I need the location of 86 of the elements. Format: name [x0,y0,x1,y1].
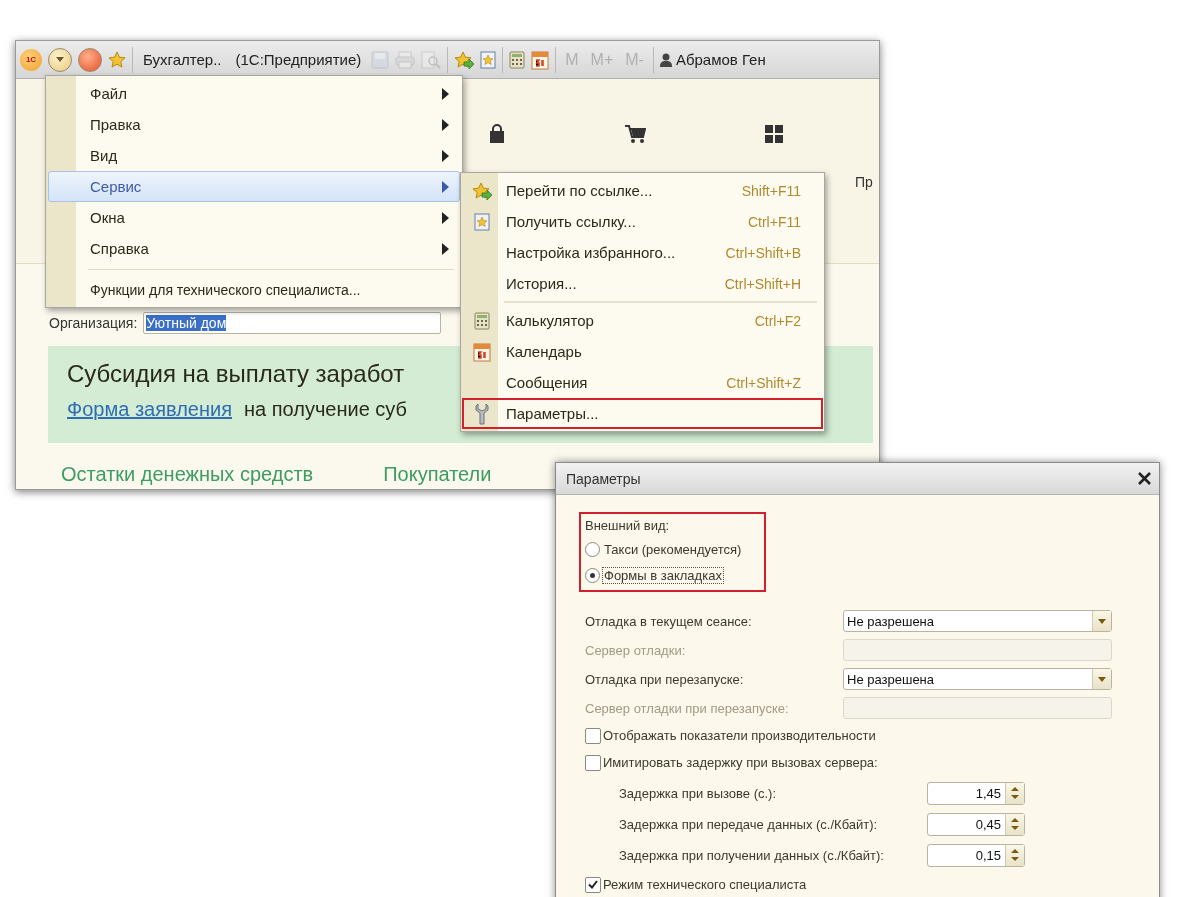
menu-item[interactable]: Сервис [48,171,460,202]
radio-label[interactable]: Формы в закладках [602,566,724,584]
dialog-title: Параметры [566,470,641,487]
checkbox[interactable] [585,876,601,893]
submenu-arrow-icon [442,180,449,193]
shopping-cart-icon[interactable] [624,124,646,144]
app-name: (1С:Предприятие) [234,51,363,68]
dropdown-field[interactable]: Не разрешена [843,610,1112,632]
shortcut-label: Ctrl+Shift+B [725,244,801,261]
menu-item[interactable]: Правка [48,109,460,140]
field-label: Сервер отладки при перезапуске: [585,700,790,716]
dropdown-field[interactable]: Не разрешена [843,668,1112,690]
banner-text: на получение суб [244,398,408,421]
submenu-arrow-icon [442,118,449,131]
star-icon [108,51,126,68]
number-field[interactable]: 0,45 [927,812,1025,836]
field-label: Сервер отладки: [585,642,687,658]
checkbox[interactable] [585,754,601,771]
caret-icon [1098,618,1106,624]
grid-icon[interactable] [764,124,784,144]
shortcut-label: Ctrl+F11 [747,213,801,230]
checkbox-label[interactable]: Отображать показатели производительности [603,728,876,743]
window-title: Бухгалтер.. [142,51,223,68]
submenu-arrow-icon [442,149,449,162]
star-arrow-button[interactable] [454,50,475,69]
close-icon [1138,472,1151,485]
star-document-icon [474,212,490,231]
menu-item[interactable]: Календарь [462,336,823,367]
menu-item[interactable]: Параметры... [462,398,823,429]
submenu-arrow-icon [442,242,449,255]
star-document-button[interactable] [480,50,497,69]
favorites-button[interactable] [108,51,126,68]
caret-icon [1098,676,1106,682]
menu-item[interactable]: Справка [48,233,460,264]
organization-field[interactable]: Уютный дом [143,312,442,334]
spinner-icon [1011,786,1019,800]
checkbox-label[interactable]: Режим технического специалиста [603,877,807,892]
field-label: Отладка в текущем сеансе: [585,613,753,629]
field-label: Организация: [49,315,138,331]
calendar-button[interactable] [531,49,550,70]
menu-item[interactable]: Окна [48,202,460,233]
calculator-button[interactable] [509,50,526,69]
spinner-icon [1011,817,1019,831]
shortcut-label: Ctrl+Shift+Z [726,374,801,391]
check-icon [588,880,598,889]
menu-item[interactable]: Перейти по ссылке... Shift+F11 [462,175,823,206]
field-label: Отладка при перезапуске: [585,671,745,687]
field-label: Задержка при вызове (с.): [619,785,778,801]
menu-item[interactable]: Калькулятор Ctrl+F2 [462,305,823,336]
menu-item[interactable]: Сообщения Ctrl+Shift+Z [462,367,823,398]
radio-button[interactable] [585,541,600,557]
user-name[interactable]: Абрамов Ген [675,51,766,68]
app-logo[interactable]: 1С [20,48,42,71]
radio-label[interactable]: Такси (рекомендуется) [602,540,744,558]
group-label: Внешний вид: [585,518,671,533]
number-field[interactable]: 1,45 [927,781,1025,805]
checkbox-label[interactable]: Имитировать задержку при вызовах сервера: [603,755,878,770]
menu-item[interactable]: Настройка избранного... Ctrl+Shift+B [462,237,823,268]
submenu-arrow-icon [442,87,449,100]
submenu-arrow-icon [442,211,449,224]
calendar-icon [473,341,491,362]
close-button[interactable] [1138,472,1151,485]
menu-item[interactable]: Функции для технического специалиста... [48,275,460,305]
shopping-bag-icon[interactable] [488,124,506,144]
number-field[interactable]: 0,15 [927,843,1025,867]
shortcut-label: Ctrl+F2 [754,312,801,329]
menu-item[interactable]: Вид [48,140,460,171]
radio-button[interactable] [585,567,600,583]
field-label: Задержка при получении данных (с./Кбайт): [619,847,885,863]
banner-title: Субсидия на выплату заработ [67,360,405,388]
field-label: Задержка при передаче данных (с./Кбайт): [619,816,879,832]
calculator-icon [474,311,490,330]
menu-item[interactable]: История... Ctrl+Shift+H [462,268,823,299]
caret-icon [56,57,64,62]
spinner-icon [1011,848,1019,862]
main-menu-button[interactable] [48,47,72,72]
menu-item[interactable]: Получить ссылку... Ctrl+F11 [462,206,823,237]
checkbox[interactable] [585,727,601,744]
menu-item[interactable]: Файл [48,78,460,109]
wrench-icon [475,402,489,425]
shortcut-label: Ctrl+Shift+H [724,275,801,292]
star-arrow-icon [472,181,492,200]
form-link[interactable]: Форма заявления [67,398,232,421]
section-label[interactable]: Пр [855,174,873,190]
shortcut-label: Shift+F11 [741,182,801,199]
user-icon [659,52,672,67]
